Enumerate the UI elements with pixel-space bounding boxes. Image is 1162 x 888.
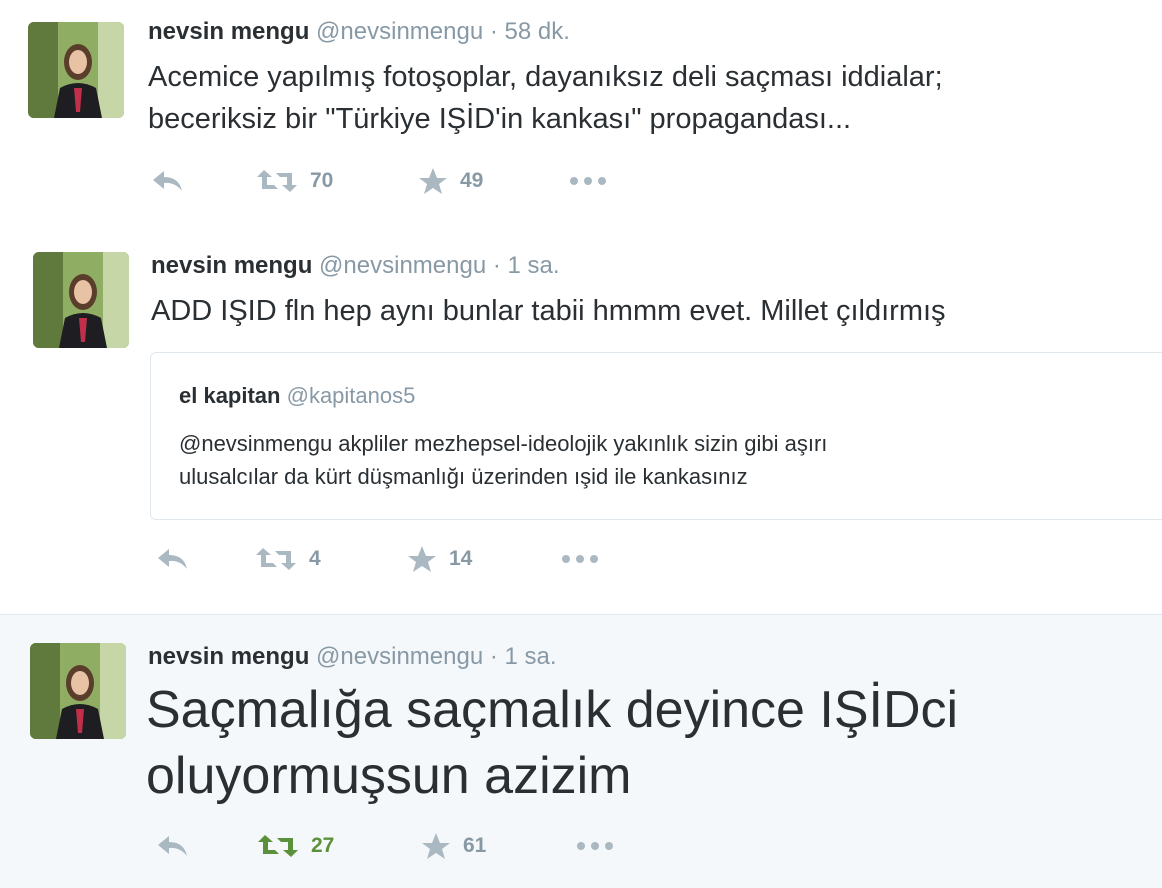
like-count: 14 xyxy=(449,547,473,570)
retweet-count: 27 xyxy=(311,834,335,857)
tweet-actions: 27 61 xyxy=(155,831,655,861)
quote-text: @nevsinmengu akpliler mezhepsel-ideoloji… xyxy=(179,427,827,493)
author-handle[interactable]: @nevsinmengu xyxy=(316,643,483,670)
tweet-actions: 4 14 xyxy=(155,544,655,574)
more-button[interactable] xyxy=(575,831,615,861)
tweet-text: Saçmalığa saçmalık deyince IŞİDci oluyor… xyxy=(146,677,958,809)
quote-author-handle[interactable]: @kapitanos5 xyxy=(287,383,416,408)
retweet-count: 4 xyxy=(309,547,321,570)
reply-button[interactable] xyxy=(155,544,189,574)
more-icon xyxy=(577,842,613,850)
tweet-header: nevsin mengu @nevsinmengu · 1 sa. xyxy=(151,252,560,280)
avatar[interactable] xyxy=(33,252,129,348)
timestamp[interactable]: 1 sa. xyxy=(508,252,560,279)
tweet-text-line: oluyormuşsun azizim xyxy=(146,747,632,805)
tweet-text: Acemice yapılmış fotoşoplar, dayanıksız … xyxy=(148,56,943,140)
star-icon xyxy=(408,546,436,572)
reply-button[interactable] xyxy=(150,166,184,196)
tweet-text-line: ADD IŞID fln hep aynı bunlar tabii hmmm … xyxy=(151,295,946,327)
retweet-button[interactable]: 4 xyxy=(255,544,321,574)
retweet-button[interactable]: 27 xyxy=(257,831,334,861)
tweet-2: nevsin mengu @nevsinmengu · 1 sa. ADD IŞ… xyxy=(0,220,1162,614)
retweet-icon xyxy=(258,835,298,857)
separator: · xyxy=(489,18,498,45)
quote-header: el kapitan @kapitanos5 xyxy=(179,383,415,409)
quote-author-name[interactable]: el kapitan xyxy=(179,383,280,408)
separator: · xyxy=(492,252,501,279)
more-button[interactable] xyxy=(560,544,600,574)
author-handle[interactable]: @nevsinmengu xyxy=(319,252,486,279)
retweet-count: 70 xyxy=(310,169,334,192)
star-icon xyxy=(422,833,450,859)
star-icon xyxy=(419,168,447,194)
author-handle[interactable]: @nevsinmengu xyxy=(316,18,483,45)
tweet-header: nevsin mengu @nevsinmengu · 1 sa. xyxy=(148,643,557,671)
like-button[interactable]: 14 xyxy=(407,544,472,574)
author-name[interactable]: nevsin mengu xyxy=(148,643,309,670)
separator: · xyxy=(489,643,498,670)
like-count: 49 xyxy=(460,169,484,192)
retweet-icon xyxy=(256,548,296,570)
more-icon xyxy=(562,555,598,563)
tweet-text-line: beceriksiz bir "Türkiye IŞİD'in kankası"… xyxy=(148,103,852,135)
tweet-3: nevsin mengu @nevsinmengu · 1 sa. Saçmal… xyxy=(0,615,1162,888)
reply-icon xyxy=(158,549,187,569)
quote-text-line: @nevsinmengu akpliler mezhepsel-ideoloji… xyxy=(179,431,828,456)
tweet-1: nevsin mengu @nevsinmengu · 58 dk. Acemi… xyxy=(0,0,1162,220)
more-icon xyxy=(570,177,606,185)
like-button[interactable]: 49 xyxy=(418,166,483,196)
retweet-icon xyxy=(257,170,297,192)
quoted-tweet[interactable]: el kapitan @kapitanos5 @nevsinmengu akpl… xyxy=(150,352,1162,520)
reply-icon xyxy=(153,171,182,191)
author-name[interactable]: nevsin mengu xyxy=(151,252,312,279)
quote-text-line: ulusalcılar da kürt düşmanlığı üzerinden… xyxy=(179,464,748,489)
timestamp[interactable]: 58 dk. xyxy=(505,18,570,45)
reply-button[interactable] xyxy=(155,831,189,861)
tweet-header: nevsin mengu @nevsinmengu · 58 dk. xyxy=(148,18,570,46)
reply-icon xyxy=(158,836,187,856)
timestamp[interactable]: 1 sa. xyxy=(505,643,557,670)
author-name[interactable]: nevsin mengu xyxy=(148,18,309,45)
tweet-text: ADD IŞID fln hep aynı bunlar tabii hmmm … xyxy=(151,290,946,332)
like-button[interactable]: 61 xyxy=(421,831,486,861)
avatar[interactable] xyxy=(30,643,126,739)
like-count: 61 xyxy=(463,834,487,857)
tweet-text-line: Acemice yapılmış fotoşoplar, dayanıksız … xyxy=(148,61,943,93)
retweet-button[interactable]: 70 xyxy=(256,166,333,196)
tweet-text-line: Saçmalığa saçmalık deyince IŞİDci xyxy=(146,681,959,739)
more-button[interactable] xyxy=(568,166,608,196)
avatar[interactable] xyxy=(28,22,124,118)
tweet-actions: 70 49 xyxy=(150,166,650,196)
